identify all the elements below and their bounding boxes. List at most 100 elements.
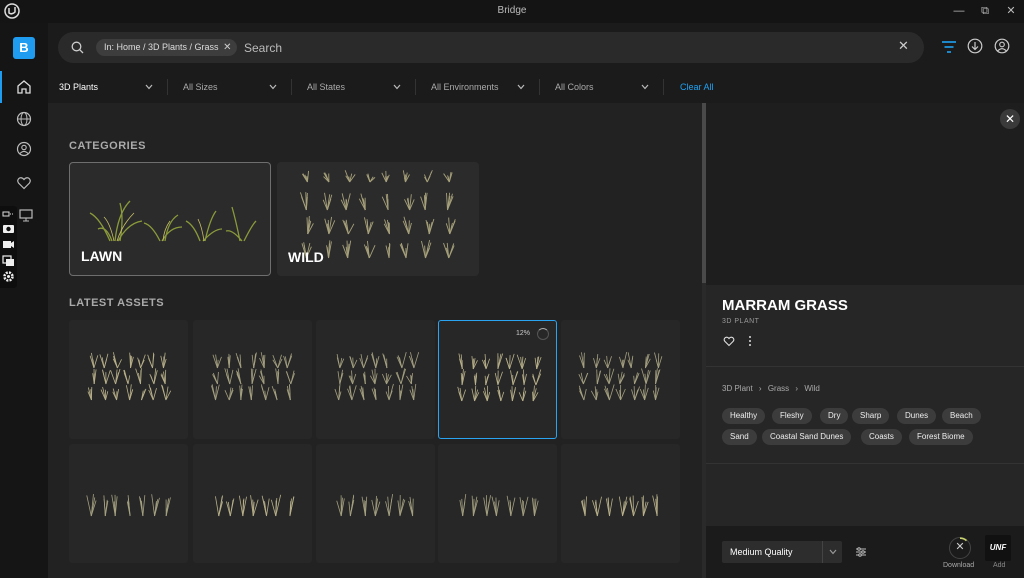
latest-assets-heading: LATEST ASSETS bbox=[69, 297, 165, 309]
breadcrumb-item[interactable]: Grass bbox=[768, 384, 789, 393]
tag-chip[interactable]: Coastal Sand Dunes bbox=[762, 429, 852, 445]
asset-thumbnail bbox=[334, 351, 420, 401]
divider bbox=[706, 463, 1024, 464]
divider bbox=[706, 366, 1024, 367]
search-box[interactable]: In: Home / 3D Plants / Grass ✕ ✕ bbox=[58, 32, 924, 63]
asset-tile[interactable] bbox=[438, 444, 557, 563]
clear-search-icon[interactable]: ✕ bbox=[898, 38, 909, 54]
filter-label: All Colors bbox=[555, 82, 594, 92]
asset-thumbnail bbox=[86, 494, 171, 517]
asset-tile[interactable] bbox=[561, 444, 680, 563]
tag-chip[interactable]: Coasts bbox=[861, 429, 902, 445]
asset-tile[interactable] bbox=[193, 444, 312, 563]
breadcrumb-item[interactable]: 3D Plant bbox=[722, 384, 753, 393]
chip-remove-icon[interactable]: ✕ bbox=[223, 39, 231, 56]
tag-chip[interactable]: Healthy bbox=[722, 408, 766, 424]
breadcrumb-separator-icon: › bbox=[795, 384, 799, 393]
chevron-down-icon bbox=[517, 84, 525, 90]
asset-thumbnail bbox=[578, 351, 663, 401]
asset-name: MARRAM GRASS bbox=[722, 297, 848, 314]
content-area: CATEGORIES LAWN WILD LATEST ASSETS 12% bbox=[48, 103, 702, 578]
bridge-logo-icon[interactable]: B bbox=[13, 37, 35, 59]
tag-chip[interactable]: Sand bbox=[722, 429, 757, 445]
asset-tile[interactable] bbox=[316, 444, 435, 563]
download-progress-label: 12% bbox=[516, 330, 531, 337]
chip-label: In: Home / 3D Plants / Grass bbox=[104, 42, 219, 52]
asset-thumbnail bbox=[581, 494, 658, 517]
favorite-heart-icon[interactable] bbox=[723, 335, 735, 347]
chevron-down-icon bbox=[829, 549, 837, 555]
add-to-project-button[interactable]: UNF bbox=[985, 535, 1011, 561]
tag-chip[interactable]: Fleshy bbox=[772, 408, 812, 424]
close-window-button[interactable]: ✕ bbox=[1002, 3, 1020, 19]
restore-button[interactable]: ⧉ bbox=[976, 3, 994, 19]
asset-tile[interactable] bbox=[69, 444, 188, 563]
tag-chip[interactable]: Forest Biome bbox=[909, 429, 973, 445]
gear-icon[interactable] bbox=[2, 270, 15, 283]
nav-home[interactable] bbox=[10, 73, 38, 101]
search-bar-row: In: Home / 3D Plants / Grass ✕ ✕ bbox=[48, 23, 1024, 71]
camera-icon[interactable] bbox=[2, 222, 15, 235]
asset-tile[interactable] bbox=[69, 320, 188, 439]
clear-all-link[interactable]: Clear All bbox=[680, 77, 714, 97]
breadcrumb-item[interactable]: Wild bbox=[804, 384, 820, 393]
filter-icon[interactable] bbox=[941, 40, 957, 54]
asset-tile[interactable] bbox=[193, 320, 312, 439]
asset-tile[interactable] bbox=[316, 320, 435, 439]
tag-chip[interactable]: Dunes bbox=[897, 408, 937, 424]
download-progress-ring bbox=[959, 537, 968, 542]
close-panel-button[interactable]: ✕ bbox=[1000, 109, 1020, 129]
asset-thumbnail bbox=[336, 494, 414, 517]
minimize-button[interactable]: — bbox=[950, 3, 968, 19]
asset-detail-panel: ✕ MARRAM GRASS 3D PLANT 3D Plant › Grass… bbox=[706, 103, 1024, 578]
quality-select[interactable]: Medium Quality bbox=[722, 541, 842, 563]
asset-thumbnail bbox=[215, 494, 295, 517]
download-icon[interactable] bbox=[967, 38, 983, 54]
more-options-icon[interactable] bbox=[746, 335, 754, 347]
filter-label: All Environments bbox=[431, 82, 499, 92]
asset-breadcrumb: 3D Plant › Grass › Wild bbox=[722, 384, 820, 393]
filter-category-select[interactable]: 3D Plants bbox=[59, 77, 153, 97]
nav-favorites[interactable] bbox=[10, 169, 38, 197]
asset-tile[interactable]: 12% bbox=[438, 320, 557, 439]
filter-state-select[interactable]: All States bbox=[307, 77, 401, 97]
tag-chip[interactable]: Sharp bbox=[852, 408, 890, 424]
asset-thumbnail bbox=[211, 352, 295, 401]
download-settings-icon[interactable] bbox=[855, 546, 867, 558]
drag-handle-icon[interactable] bbox=[2, 209, 15, 222]
tag-chip[interactable]: Beach bbox=[942, 408, 981, 424]
nav-globe[interactable] bbox=[10, 105, 38, 133]
filter-label: All Sizes bbox=[183, 82, 218, 92]
category-card-lawn[interactable]: LAWN bbox=[69, 162, 271, 276]
globe-icon bbox=[16, 111, 32, 127]
filter-color-select[interactable]: All Colors bbox=[555, 77, 649, 97]
filter-environment-select[interactable]: All Environments bbox=[431, 77, 525, 97]
download-label: Download bbox=[943, 562, 975, 569]
chevron-down-icon bbox=[269, 84, 277, 90]
search-input[interactable] bbox=[244, 38, 844, 57]
account-icon[interactable] bbox=[994, 38, 1010, 54]
filter-label: All States bbox=[307, 82, 346, 92]
filter-size-select[interactable]: All Sizes bbox=[183, 77, 277, 97]
video-icon[interactable] bbox=[2, 238, 15, 251]
category-label: LAWN bbox=[81, 248, 123, 264]
heart-icon bbox=[17, 177, 31, 190]
asset-thumbnail bbox=[87, 352, 172, 401]
tag-chip[interactable]: Dry bbox=[820, 408, 849, 424]
user-icon bbox=[16, 141, 32, 157]
asset-preview[interactable] bbox=[706, 103, 1024, 285]
asset-type: 3D PLANT bbox=[722, 318, 760, 325]
search-scope-chip[interactable]: In: Home / 3D Plants / Grass ✕ bbox=[96, 39, 237, 56]
category-label: WILD bbox=[288, 249, 324, 265]
category-card-wild[interactable]: WILD bbox=[277, 162, 479, 276]
categories-heading: CATEGORIES bbox=[69, 140, 146, 152]
nav-user[interactable] bbox=[10, 135, 38, 163]
window-title: Bridge bbox=[497, 5, 527, 16]
monitor-icon bbox=[19, 209, 33, 222]
chevron-down-icon bbox=[641, 84, 649, 90]
asset-tile[interactable] bbox=[561, 320, 680, 439]
nav-rail: B bbox=[0, 23, 48, 578]
chevron-down-icon bbox=[393, 84, 401, 90]
windows-icon[interactable] bbox=[2, 254, 15, 267]
add-label: Add bbox=[993, 562, 1006, 569]
